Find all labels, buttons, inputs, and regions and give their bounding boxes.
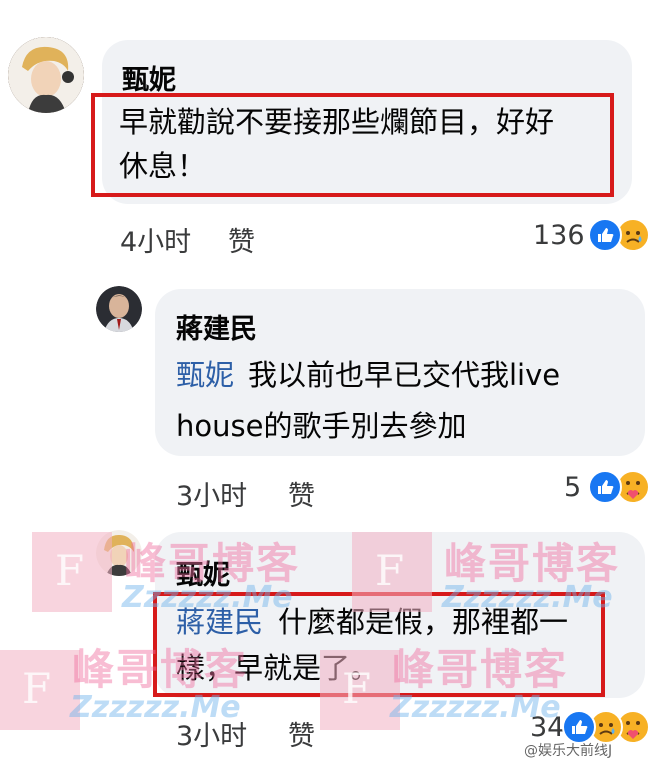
like-icon (562, 710, 596, 744)
like-button-1[interactable]: 赞 (228, 220, 255, 259)
reaction-count-2[interactable]: 5 (564, 472, 581, 503)
watermark-text-4: 峰哥博客 (392, 645, 569, 694)
watermark-url-3: Zzzzzz.Me (70, 690, 241, 725)
like-button-3[interactable]: 赞 (288, 714, 315, 753)
comment-text-2-line-2: house的歌手別去參加 (176, 409, 467, 443)
avatar-author-1[interactable] (8, 37, 84, 113)
watermark-letter-4: F (342, 664, 372, 713)
like-icon (588, 218, 622, 252)
comment-text-2-line-1: 我以前也早已交代我live (248, 358, 561, 392)
avatar-photo-icon (8, 37, 84, 113)
like-icon (588, 470, 622, 504)
watermark-letter-3: F (22, 664, 52, 713)
mention-link-2[interactable]: 甄妮 (176, 353, 234, 397)
comment-author-1[interactable]: 甄妮 (122, 58, 176, 97)
avatar-photo-icon (96, 286, 142, 332)
comment-text-1-line-1: 早就勸說不要接那些爛節目，好好 (119, 105, 555, 139)
reaction-count-1[interactable]: 136 (533, 220, 585, 251)
comment-time-2: 3小时 (176, 481, 248, 512)
watermark-url-2: Zzzzzz.Me (442, 580, 613, 615)
watermark-url-1: Zzzzzz.Me (122, 580, 293, 615)
comment-author-2[interactable]: 蔣建民 (176, 307, 257, 346)
watermark-text-3: 峰哥博客 (72, 645, 249, 694)
comment-text-1-line-2: 休息！ (119, 149, 207, 183)
watermark-letter-2: F (375, 546, 405, 595)
comment-time-1: 4小时 (120, 227, 192, 258)
like-button-2[interactable]: 赞 (288, 474, 315, 513)
watermark-letter-1: F (55, 546, 85, 595)
avatar-author-2[interactable] (96, 286, 142, 332)
watermark-url-4: Zzzzzz.Me (390, 690, 561, 725)
